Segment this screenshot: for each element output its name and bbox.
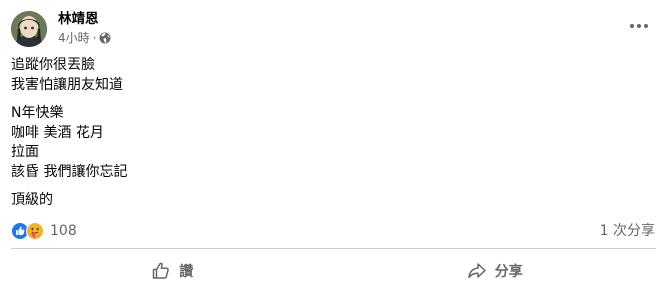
post-line: 我害怕讓朋友知道 xyxy=(11,76,123,93)
post-actions: 讚 分享 xyxy=(11,254,656,288)
like-button-label: 讚 xyxy=(179,264,194,280)
post-line: 頂級的 xyxy=(11,192,53,208)
post-line: 追蹤你很丟臉 xyxy=(11,57,95,73)
facebook-post: 林靖恩 4小時 · 追蹤你很丟臉 我害怕讓朋友知道 N年快樂 咖啡 美酒 花月 … xyxy=(0,0,667,289)
care-icon xyxy=(26,222,44,240)
share-button-label: 分享 xyxy=(494,264,523,280)
share-button[interactable]: 分享 xyxy=(334,254,657,288)
post-meta: 4小時 · xyxy=(58,30,111,46)
post-paragraph: 頂級的 xyxy=(11,191,651,211)
post-line: 該昏 我們讓你忘記 xyxy=(11,163,128,180)
post-line: 拉面 xyxy=(11,144,39,160)
like-button[interactable]: 讚 xyxy=(11,254,334,288)
post-time[interactable]: 4小時 xyxy=(58,30,90,46)
reactions-summary[interactable]: 108 xyxy=(11,222,77,240)
more-options-button[interactable] xyxy=(623,14,655,38)
post-paragraph: 追蹤你很丟臉 我害怕讓朋友知道 xyxy=(11,56,651,95)
meta-separator: · xyxy=(92,31,97,45)
reaction-icons xyxy=(11,222,44,240)
public-globe-icon[interactable] xyxy=(99,32,111,44)
share-count[interactable]: 1 次分享 xyxy=(600,222,655,240)
avatar-image xyxy=(11,11,47,47)
post-line: N年快樂 xyxy=(11,105,64,121)
share-arrow-icon xyxy=(468,263,486,279)
divider xyxy=(11,248,656,249)
more-dot-icon xyxy=(637,24,641,28)
reaction-count: 108 xyxy=(50,223,77,239)
author-name[interactable]: 林靖恩 xyxy=(58,10,99,28)
post-line: 咖啡 美酒 花月 xyxy=(11,124,104,141)
more-dot-icon xyxy=(630,24,634,28)
post-text: 追蹤你很丟臉 我害怕讓朋友知道 N年快樂 咖啡 美酒 花月 拉面 該昏 我們讓你… xyxy=(11,56,651,220)
more-dot-icon xyxy=(644,24,648,28)
author-avatar[interactable] xyxy=(11,11,47,47)
post-paragraph: N年快樂 咖啡 美酒 花月 拉面 該昏 我們讓你忘記 xyxy=(11,104,651,182)
thumbs-up-icon xyxy=(153,262,170,279)
